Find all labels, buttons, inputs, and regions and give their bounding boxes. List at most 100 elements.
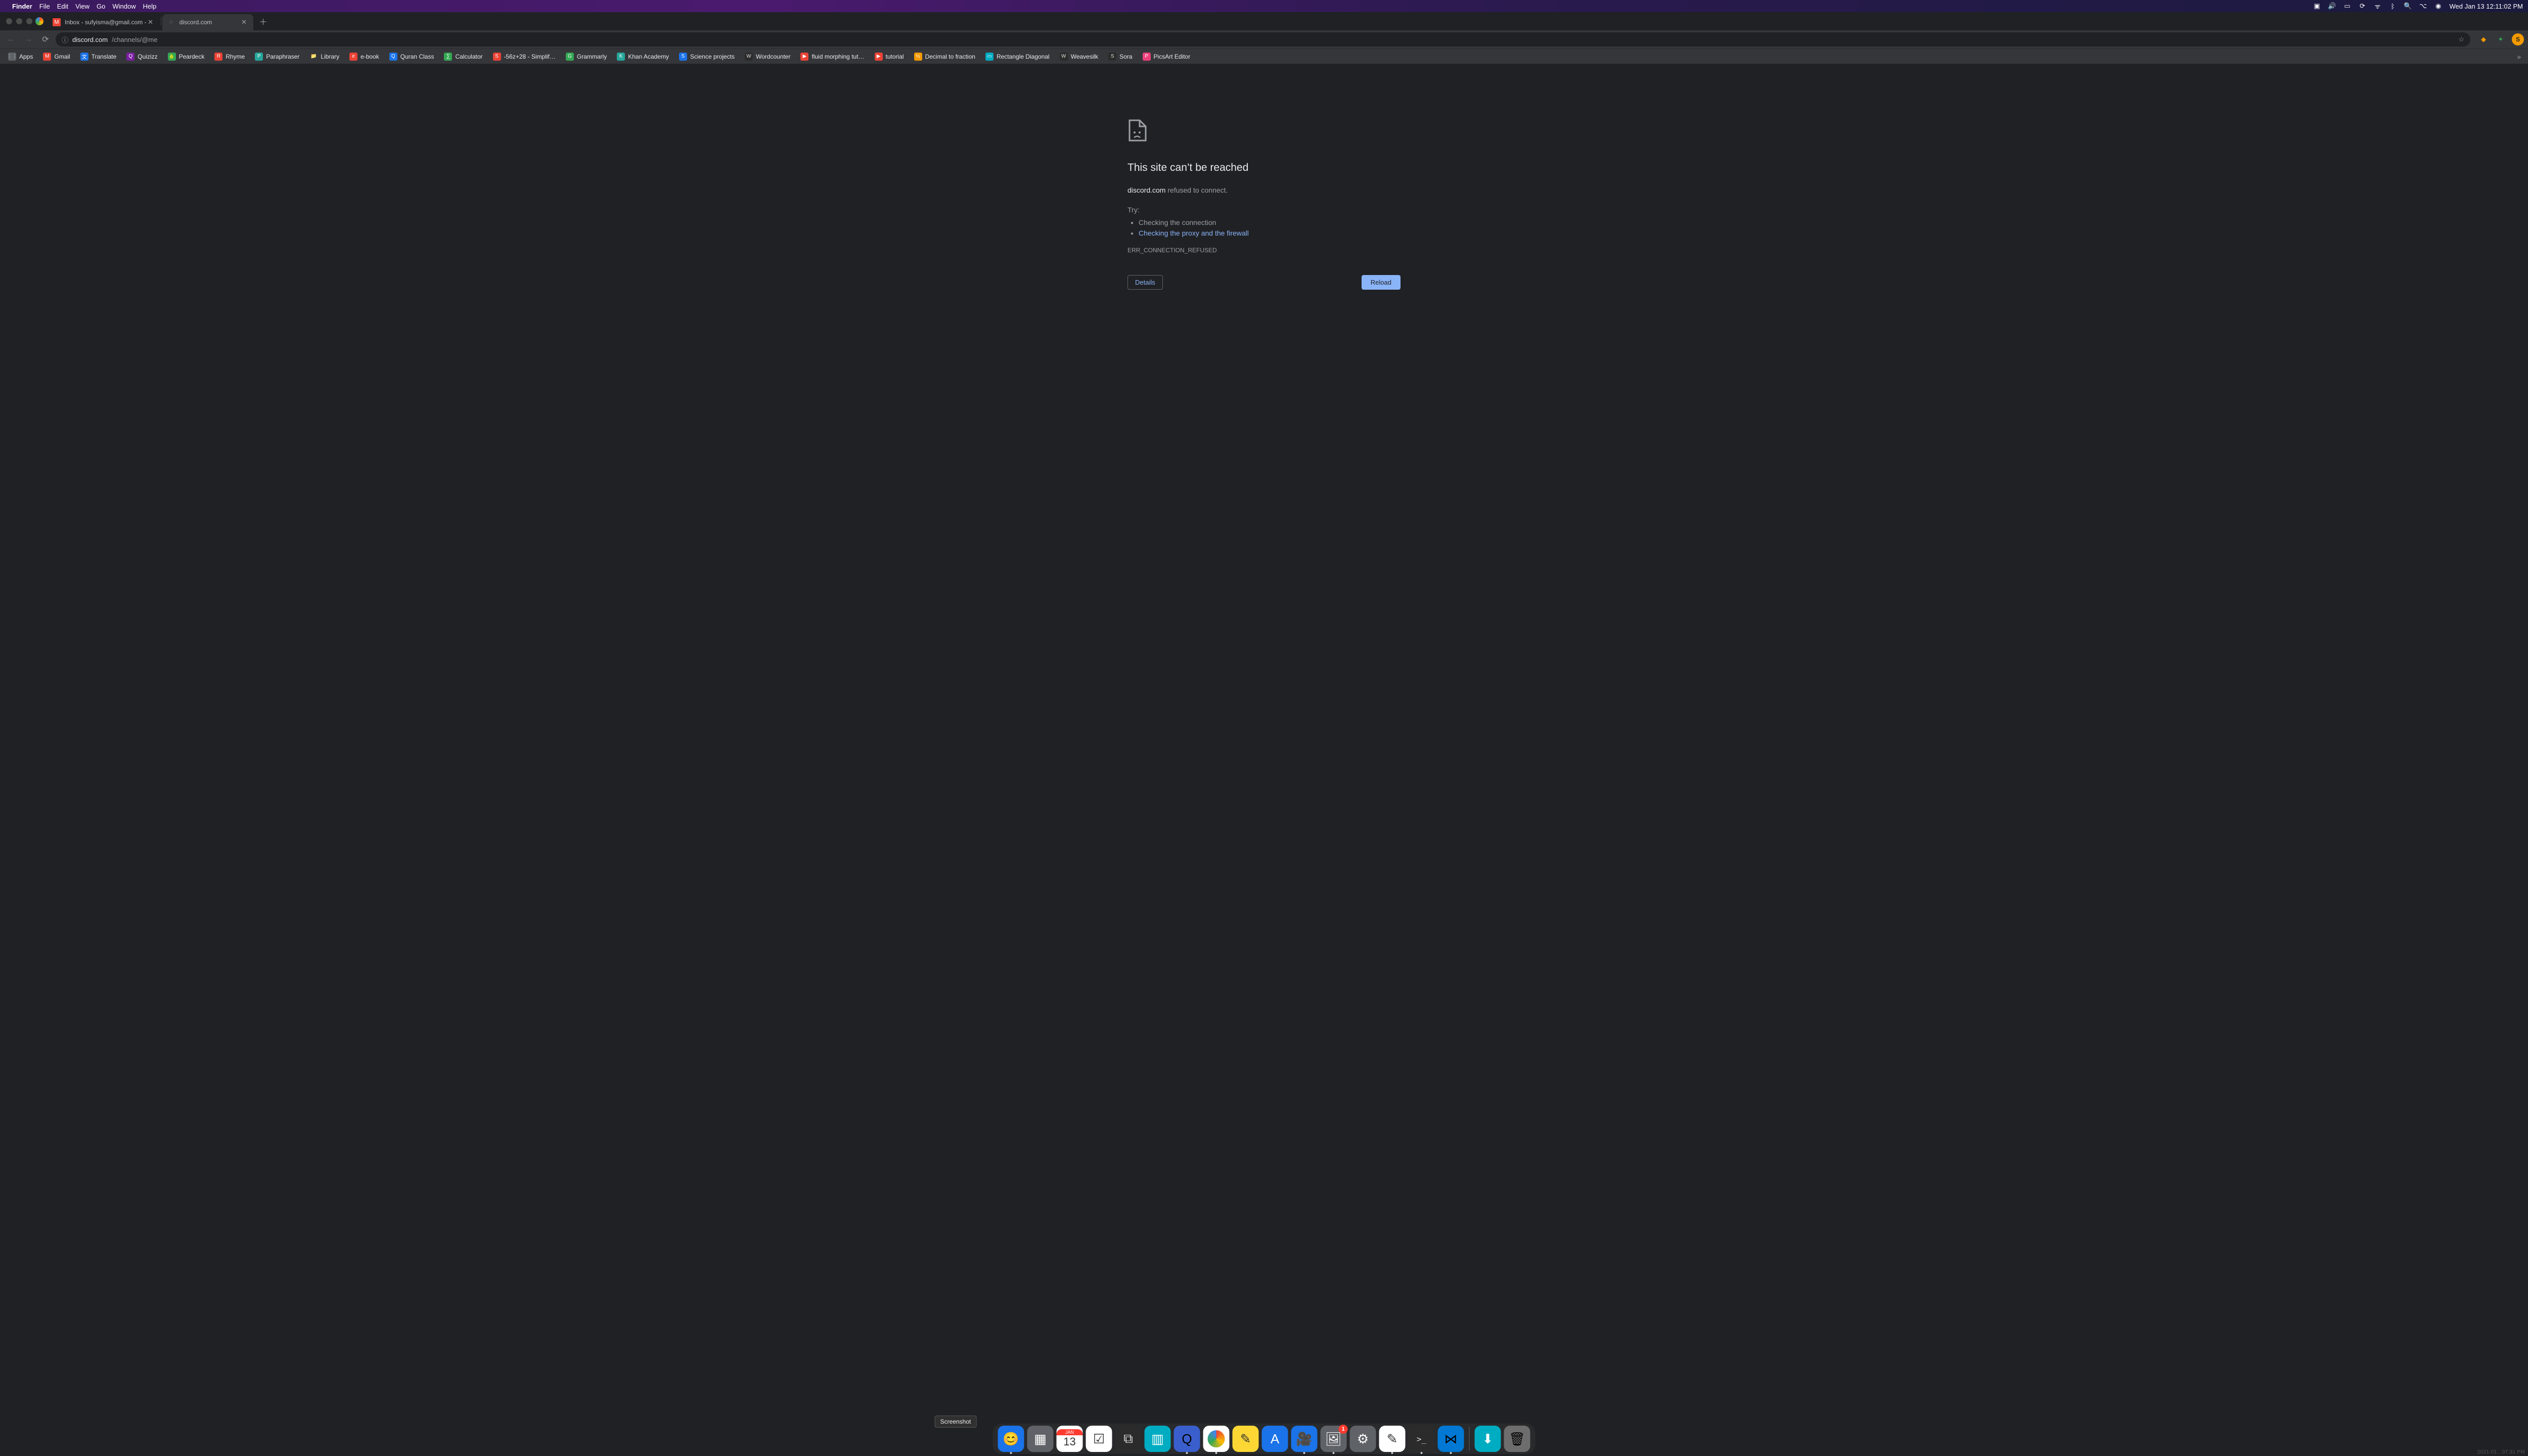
dock-downloads[interactable]: ⬇	[1475, 1426, 1501, 1452]
dock-zoom[interactable]: 🎥	[1291, 1426, 1318, 1452]
bookmark-label: Weavesilk	[1071, 53, 1098, 60]
extension-icon[interactable]: ◆	[2477, 33, 2490, 46]
minimize-window-button[interactable]	[16, 18, 22, 24]
bookmark-quran[interactable]: QQuran Class	[385, 51, 438, 63]
error-try-label: Try:	[1127, 205, 1401, 215]
dock-quicktime[interactable]: Q	[1174, 1426, 1200, 1452]
dock-trash[interactable]: 🗑	[1504, 1426, 1530, 1452]
dock-reminders[interactable]: ☑	[1086, 1426, 1112, 1452]
weavesilk-icon: W	[1060, 53, 1068, 61]
bluetooth-icon[interactable]: ᛒ	[2388, 2, 2397, 10]
window-traffic-lights	[6, 18, 32, 24]
site-info-icon[interactable]: ⓘ	[62, 35, 68, 44]
youtube-icon: ▶	[875, 53, 883, 61]
profile-avatar[interactable]: S	[2512, 33, 2524, 46]
bookmark-ebook[interactable]: ee-book	[345, 51, 383, 63]
bookmark-quizizz[interactable]: QQuizizz	[122, 51, 161, 63]
menu-edit[interactable]: Edit	[57, 3, 68, 10]
dock-trello[interactable]: ▥	[1145, 1426, 1171, 1452]
updates-icon[interactable]: ⟳	[2358, 2, 2366, 10]
fullscreen-window-button[interactable]	[26, 18, 32, 24]
bookmark-grammarly[interactable]: GGrammarly	[562, 51, 611, 63]
bookmark-khan[interactable]: KKhan Academy	[613, 51, 673, 63]
bookmark-library[interactable]: 📁Library	[305, 51, 343, 63]
bookmark-picsart[interactable]: PPicsArt Editor	[1139, 51, 1195, 63]
bookmark-calculator[interactable]: ∑Calculator	[440, 51, 486, 63]
close-tab-icon[interactable]: ✕	[240, 18, 248, 26]
chrome-icon	[1208, 1430, 1225, 1447]
menu-window[interactable]: Window	[112, 3, 136, 10]
dock-appstore[interactable]: A	[1262, 1426, 1288, 1452]
running-indicator-icon	[1421, 1452, 1423, 1454]
wifi-icon[interactable]: ᯤ	[2373, 2, 2381, 10]
bookmark-weavesilk[interactable]: WWeavesilk	[1056, 51, 1102, 63]
error-button-row: Details Reload	[1127, 275, 1401, 290]
bookmark-apps[interactable]: ⋮⋮Apps	[4, 51, 37, 63]
close-tab-icon[interactable]: ✕	[147, 18, 155, 26]
bookmark-symbolab[interactable]: S-56z+28 - Simplif…	[489, 51, 560, 63]
bookmark-science[interactable]: SScience projects	[675, 51, 739, 63]
bookmark-star-icon[interactable]: ☆	[2458, 35, 2464, 43]
macos-dock: 😊 ▦ JAN 13 ☑ ⧉ ▥ Q ✎ A 🎥 🖼1 ⚙ ✎ >_ ⋈ ⬇ 🗑	[993, 1424, 1536, 1454]
dock-textedit[interactable]: ✎	[1379, 1426, 1406, 1452]
reload-page-button[interactable]: Reload	[1362, 275, 1401, 290]
omnibox-actions: ☆	[2458, 35, 2464, 43]
details-button[interactable]: Details	[1127, 275, 1163, 290]
siri-icon[interactable]: ◉	[2434, 2, 2442, 10]
bookmarks-overflow-icon[interactable]: »	[2514, 53, 2524, 61]
bookmark-label: -56z+28 - Simplif…	[504, 53, 556, 60]
menubar-app-name[interactable]: Finder	[12, 3, 32, 10]
bookmark-decimal[interactable]: ½Decimal to fraction	[910, 51, 979, 63]
dock-launchpad[interactable]: ▦	[1027, 1426, 1054, 1452]
display-icon[interactable]: ▭	[2343, 2, 2351, 10]
menu-go[interactable]: Go	[97, 3, 105, 10]
bookmark-translate[interactable]: 文Translate	[76, 51, 121, 63]
bookmark-wordcounter[interactable]: WWordcounter	[741, 51, 794, 63]
bookmark-label: tutorial	[886, 53, 904, 60]
dock-chrome[interactable]	[1203, 1426, 1230, 1452]
spotlight-icon[interactable]: 🔍	[2404, 2, 2412, 10]
back-button[interactable]: ←	[4, 32, 18, 47]
bookmark-gmail[interactable]: MGmail	[39, 51, 74, 63]
bookmark-sora[interactable]: SSora	[1104, 51, 1136, 63]
running-indicator-icon	[1333, 1452, 1335, 1454]
bookmark-rectangle[interactable]: ▭Rectangle Diagonal	[981, 51, 1054, 63]
error-title: This site can’t be reached	[1127, 160, 1401, 176]
dock-finder[interactable]: 😊	[998, 1426, 1024, 1452]
reload-button[interactable]: ⟳	[38, 32, 53, 47]
bookmark-tutorial[interactable]: ▶tutorial	[871, 51, 908, 63]
bookmark-rhyme[interactable]: RRhyme	[210, 51, 249, 63]
bookmark-fluid-tut[interactable]: ▶fluid morphing tut…	[796, 51, 868, 63]
dock-settings[interactable]: ⚙	[1350, 1426, 1376, 1452]
dock-vscode[interactable]: ⋈	[1438, 1426, 1464, 1452]
control-center-icon[interactable]: ⌥	[2419, 2, 2427, 10]
forward-button[interactable]: →	[21, 32, 35, 47]
extensions-menu-icon[interactable]: ✦	[2495, 33, 2507, 46]
tab-gmail[interactable]: M Inbox - sufyisma@gmail.com - ✕	[48, 14, 160, 30]
bookmark-peardeck[interactable]: 🍐Peardeck	[164, 51, 209, 63]
dock-terminal[interactable]: >_	[1409, 1426, 1435, 1452]
close-window-button[interactable]	[6, 18, 12, 24]
menu-help[interactable]: Help	[143, 3, 157, 10]
address-bar[interactable]: ⓘ discord.com/channels/@me ☆	[56, 32, 2470, 47]
url-host: discord.com	[72, 36, 108, 43]
menubar-clock[interactable]: Wed Jan 13 12:11:02 PM	[2449, 3, 2523, 10]
dock-calendar[interactable]: JAN 13	[1057, 1426, 1083, 1452]
menu-view[interactable]: View	[75, 3, 89, 10]
new-tab-button[interactable]: ＋	[256, 14, 270, 28]
broken-favicon-icon: ◌	[167, 18, 175, 26]
notes-icon: ✎	[1240, 1431, 1251, 1447]
error-refused-text: refused to connect.	[1165, 186, 1228, 194]
video-icon[interactable]: ▣	[2313, 2, 2321, 10]
dock-preview[interactable]: 🖼1	[1321, 1426, 1347, 1452]
volume-icon[interactable]: 🔊	[2328, 2, 2336, 10]
bookmark-paraphraser[interactable]: PParaphraser	[251, 51, 303, 63]
dock-screenshot[interactable]: ⧉	[1115, 1426, 1142, 1452]
dock-notes[interactable]: ✎	[1233, 1426, 1259, 1452]
suggestion-proxy-firewall-link[interactable]: Checking the proxy and the firewall	[1139, 229, 1249, 237]
tab-discord[interactable]: ◌ discord.com ✕	[162, 14, 253, 30]
dock-separator	[1469, 1427, 1470, 1451]
menu-file[interactable]: File	[39, 3, 50, 10]
running-indicator-icon	[1391, 1452, 1393, 1454]
page-content: This site can’t be reached discord.com r…	[0, 64, 2528, 1456]
